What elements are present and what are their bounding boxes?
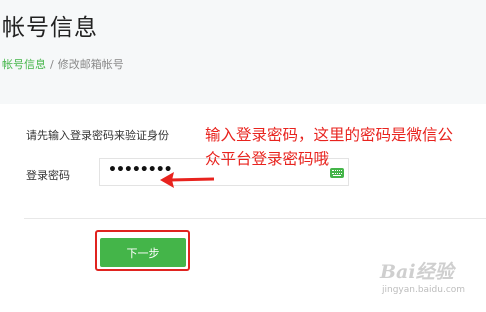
watermark-site: jingyan.baidu.com: [382, 285, 466, 295]
next-button[interactable]: 下一步: [100, 238, 186, 267]
page-title: 帐号信息: [2, 15, 98, 41]
watermark-brand: Bai经验: [380, 261, 454, 283]
baidu-watermark: Bai经验 jingyan.baidu.com: [372, 253, 482, 303]
divider: [24, 218, 486, 219]
breadcrumb-link-account[interactable]: 帐号信息: [2, 58, 46, 71]
annotation-text: 输入登录密码，这里的密码是微信公众平台登录密码哦: [205, 126, 454, 168]
breadcrumb-separator: /: [50, 58, 54, 71]
header-area: 帐号信息 帐号信息 / 修改邮箱帐号: [0, 0, 486, 104]
arrow-left-icon: [160, 172, 215, 188]
breadcrumb-current: 修改邮箱帐号: [57, 58, 124, 71]
password-label: 登录密码: [26, 169, 70, 182]
breadcrumb: 帐号信息 / 修改邮箱帐号: [2, 56, 124, 72]
verify-prompt: 请先输入登录密码来验证身份: [26, 129, 169, 142]
